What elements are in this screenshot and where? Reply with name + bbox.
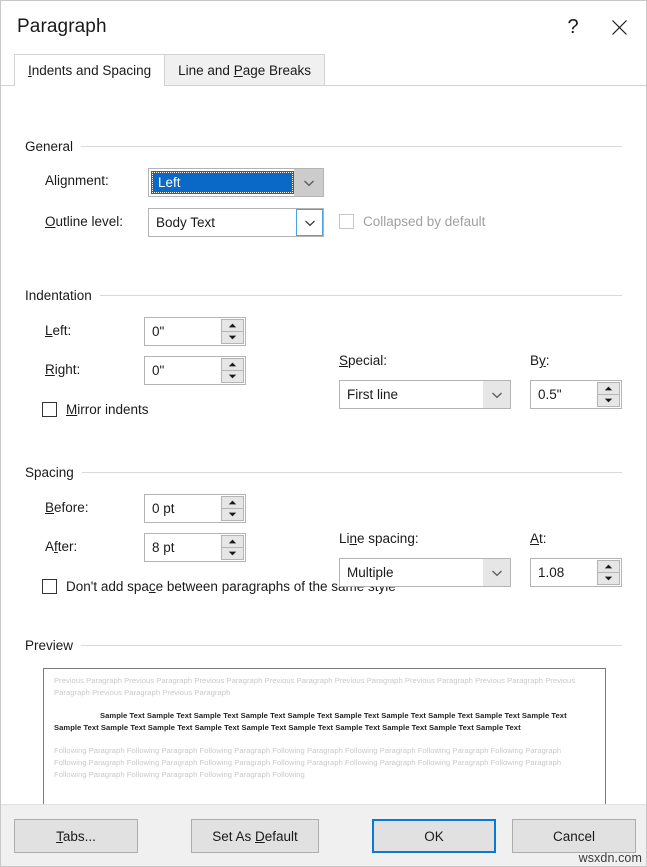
alignment-combo[interactable]: Left <box>148 168 324 197</box>
indent-left-value: 0" <box>152 324 165 339</box>
indent-right-spin-buttons[interactable] <box>221 358 244 383</box>
spacing-after-stepper[interactable]: 8 pt <box>144 533 246 562</box>
at-stepper[interactable]: 1.08 <box>530 558 622 587</box>
indent-right-label: Right: <box>45 362 81 377</box>
close-icon <box>611 19 628 36</box>
preview-sample-text: Sample Text Sample Text Sample Text Samp… <box>54 710 567 733</box>
spacing-before-stepper[interactable]: 0 pt <box>144 494 246 523</box>
close-button[interactable] <box>596 5 642 49</box>
tab-strip: Indents and Spacing Line and Page Breaks <box>1 53 646 86</box>
by-label: By: <box>530 353 550 368</box>
spacing-after-value: 8 pt <box>152 540 175 555</box>
special-value: First line <box>347 387 399 402</box>
spin-up-icon[interactable] <box>221 535 244 548</box>
spin-up-icon[interactable] <box>221 496 244 509</box>
chevron-down-icon[interactable] <box>294 169 323 196</box>
tab-line-and-page-breaks-label: Line and Page Breaks <box>178 62 311 78</box>
spin-down-icon[interactable] <box>221 547 244 560</box>
help-button[interactable]: ? <box>550 5 596 49</box>
spacing-before-label: Before: <box>45 500 89 515</box>
paragraph-dialog: Paragraph ? Indents and Spacing Line and… <box>0 0 647 867</box>
at-spin-buttons[interactable] <box>597 560 620 585</box>
spin-down-icon[interactable] <box>597 394 620 407</box>
spacing-group-label: Spacing <box>25 464 74 480</box>
special-combo[interactable]: First line <box>339 380 511 409</box>
indentation-group-label: Indentation <box>25 287 92 303</box>
cancel-button[interactable]: Cancel <box>512 819 636 853</box>
spacing-before-spin-buttons[interactable] <box>221 496 244 521</box>
cancel-button-label: Cancel <box>552 828 596 844</box>
indent-left-label: Left: <box>45 323 72 338</box>
chevron-down-icon[interactable] <box>483 559 510 586</box>
spin-up-icon[interactable] <box>597 560 620 573</box>
by-value: 0.5" <box>538 387 562 402</box>
special-label: Special: <box>339 353 388 368</box>
at-value: 1.08 <box>538 565 565 580</box>
outline-level-combo[interactable]: Body Text <box>148 208 324 237</box>
indent-right-stepper[interactable]: 0" <box>144 356 246 385</box>
alignment-value: Left <box>151 171 294 194</box>
chevron-down-icon[interactable] <box>296 209 323 236</box>
collapsed-by-default-checkbox[interactable]: Collapsed by default <box>339 214 485 229</box>
tab-indents-and-spacing-label: Indents and Spacing <box>28 63 152 78</box>
preview-group-header: Preview <box>25 637 622 653</box>
general-group-label: General <box>25 138 74 154</box>
checkbox-box <box>42 579 57 594</box>
general-group-rule <box>81 145 622 147</box>
general-group-header: General <box>25 138 622 154</box>
spin-down-icon[interactable] <box>221 370 244 383</box>
preview-previous-paragraph: Previous Paragraph Previous Paragraph Pr… <box>54 676 576 698</box>
spacing-after-spin-buttons[interactable] <box>221 535 244 560</box>
alignment-label: Alignment: <box>45 173 109 188</box>
checkbox-box <box>339 214 354 229</box>
paragraph-preview: Previous Paragraph Previous Paragraph Pr… <box>43 668 606 816</box>
tab-line-and-page-breaks[interactable]: Line and Page Breaks <box>164 54 325 85</box>
preview-group-label: Preview <box>25 637 74 653</box>
preview-following-paragraph: Following Paragraph Following Paragraph … <box>54 745 562 780</box>
tabs-button-label: Tabs... <box>56 828 96 844</box>
outline-level-value: Body Text <box>156 215 216 230</box>
spin-up-icon[interactable] <box>597 382 620 395</box>
collapsed-by-default-label: Collapsed by default <box>363 214 486 229</box>
spin-up-icon[interactable] <box>221 319 244 332</box>
spacing-group-header: Spacing <box>25 464 622 480</box>
watermark: wsxdn.com <box>578 851 642 865</box>
tabs-button[interactable]: Tabs... <box>14 819 138 853</box>
indent-right-value: 0" <box>152 363 165 378</box>
ok-button-label: OK <box>424 828 444 844</box>
by-spin-buttons[interactable] <box>597 382 620 407</box>
at-label: At: <box>530 531 547 546</box>
spacing-group-rule <box>81 471 622 473</box>
by-stepper[interactable]: 0.5" <box>530 380 622 409</box>
ok-button[interactable]: OK <box>372 819 496 853</box>
spacing-after-label: After: <box>45 539 78 554</box>
set-as-default-button-label: Set As Default <box>212 828 298 844</box>
mirror-indents-checkbox[interactable]: Mirror indents <box>42 402 149 417</box>
indentation-group-header: Indentation <box>25 287 622 303</box>
dialog-title: Paragraph <box>17 16 107 37</box>
outline-level-label: Outline level: <box>45 214 124 229</box>
indent-left-spin-buttons[interactable] <box>221 319 244 344</box>
indentation-group-rule <box>99 294 622 296</box>
help-question-icon: ? <box>567 16 579 38</box>
checkbox-box <box>42 402 57 417</box>
spin-down-icon[interactable] <box>221 331 244 344</box>
preview-group-rule <box>81 644 622 646</box>
spacing-before-value: 0 pt <box>152 501 175 516</box>
line-spacing-combo[interactable]: Multiple <box>339 558 511 587</box>
line-spacing-value: Multiple <box>347 565 394 580</box>
spin-down-icon[interactable] <box>597 572 620 585</box>
mirror-indents-label: Mirror indents <box>66 402 149 417</box>
spin-up-icon[interactable] <box>221 358 244 371</box>
line-spacing-label: Line spacing: <box>339 531 419 546</box>
spin-down-icon[interactable] <box>221 508 244 521</box>
set-as-default-button[interactable]: Set As Default <box>191 819 319 853</box>
indent-left-stepper[interactable]: 0" <box>144 317 246 346</box>
tab-indents-and-spacing[interactable]: Indents and Spacing <box>14 54 166 86</box>
dialog-titlebar: Paragraph ? <box>1 1 646 53</box>
dialog-footer: Tabs... Set As Default OK Cancel wsxdn.c… <box>1 804 646 866</box>
indents-and-spacing-panel: General Alignment: Left Outline level: B… <box>1 85 646 816</box>
chevron-down-icon[interactable] <box>483 381 510 408</box>
